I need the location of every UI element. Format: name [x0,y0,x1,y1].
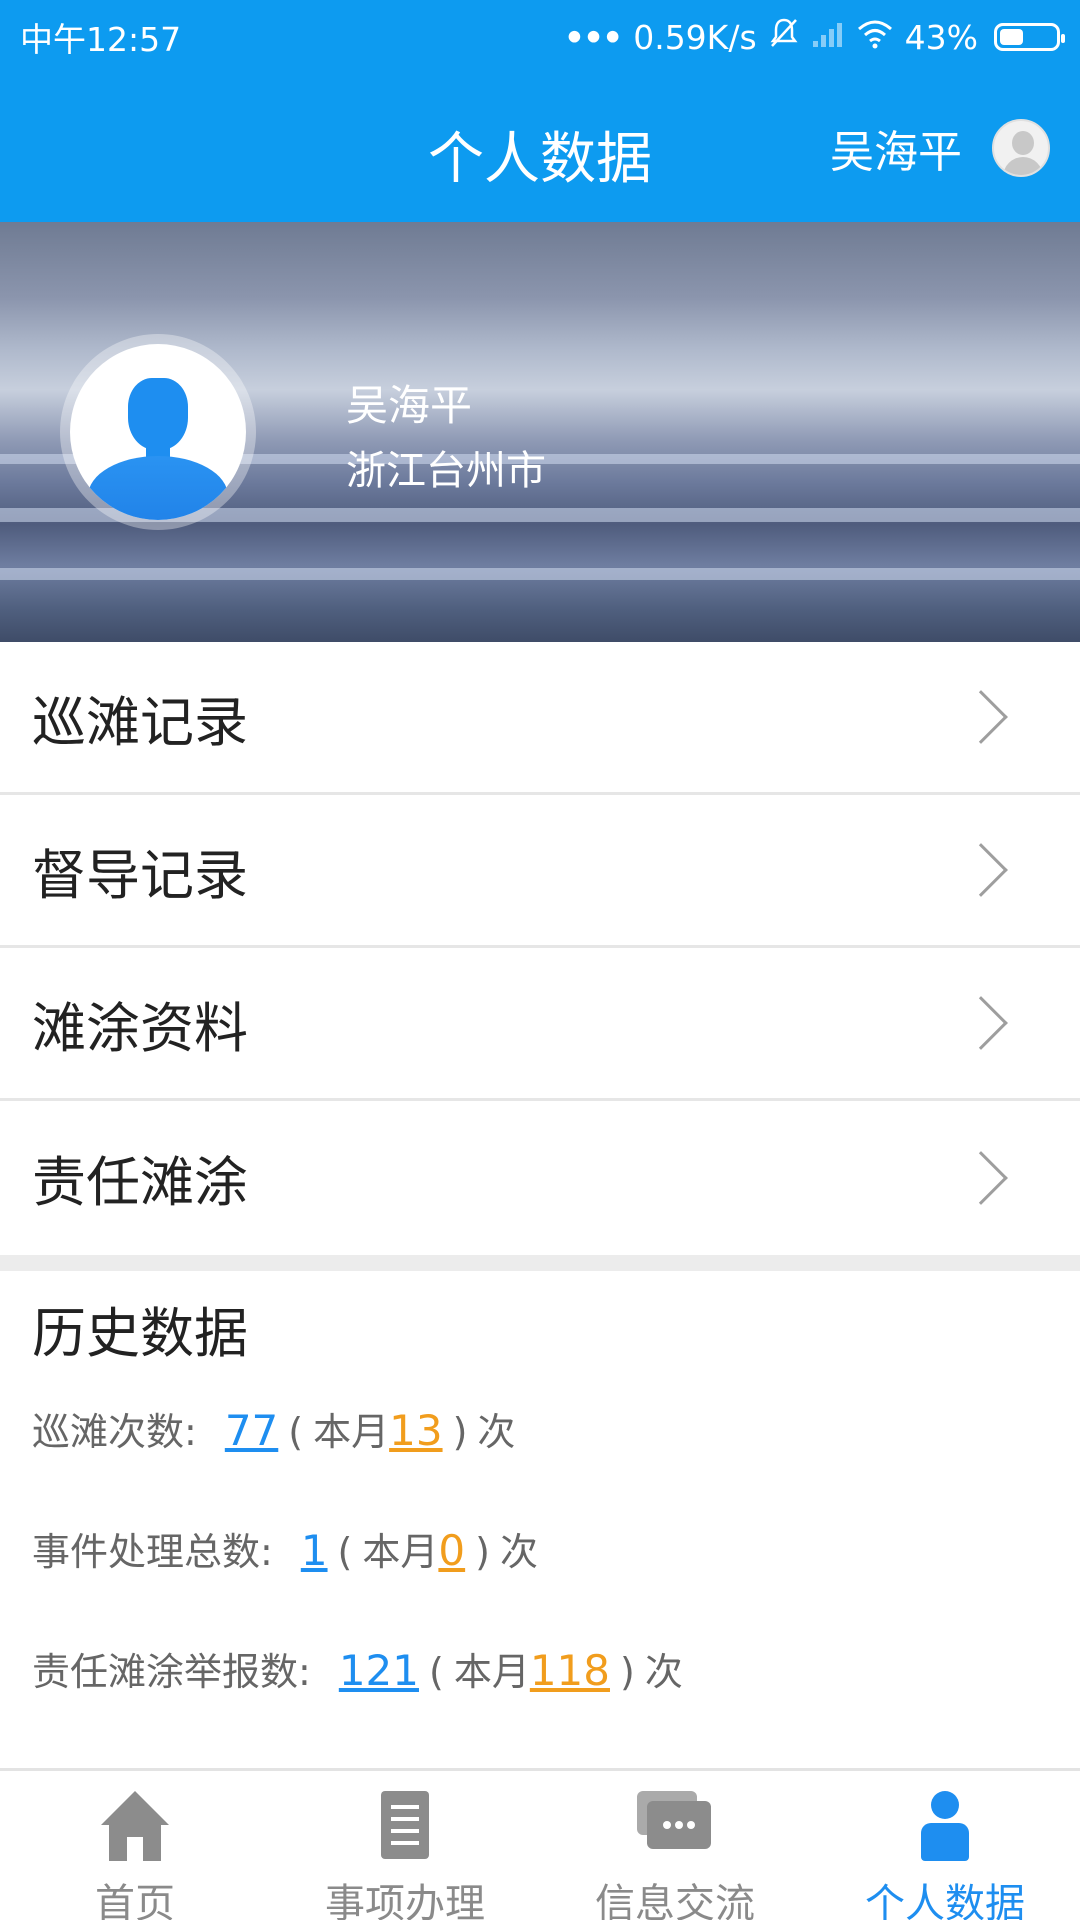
status-bar: 中午12:57 ••• 0.59K/s 43% [0,0,1080,74]
house-roof [101,1791,169,1825]
battery-icon [994,23,1065,51]
stat-suffix: 次 [499,1530,538,1574]
wifi-icon [857,18,893,57]
document-line [391,1829,419,1833]
stat-label: 责任滩涂举报数: [32,1650,311,1694]
user-menu[interactable]: 吴海平 [830,116,1050,180]
status-icons: ••• 0.59K/s 43% [563,17,1065,57]
stat-row-patrol-count: 巡滩次数: 77 ( 本月 13 ) 次 [32,1401,515,1456]
battery-percent: 43% [904,17,978,57]
stat-suffix: 次 [644,1650,683,1694]
paren-close: ) [620,1650,635,1694]
paren-open: ( [428,1650,444,1694]
stat-label: 巡滩次数: [32,1410,197,1454]
nav-item-tasks[interactable]: 事项办理 [270,1771,540,1920]
nav-item-home[interactable]: 首页 [0,1771,270,1920]
chevron-right-icon [954,1150,1008,1205]
menu-item-supervision-records[interactable]: 督导记录 [0,795,1080,948]
stat-month-prefix: 本月 [313,1410,390,1454]
history-title: 历史数据 [32,1302,248,1365]
chat-dot [675,1821,683,1829]
menu-item-label: 巡滩记录 [32,690,248,754]
chat-icon [637,1791,713,1861]
menu-item-patrol-records[interactable]: 巡滩记录 [0,642,1080,795]
menu-item-responsible-flats[interactable]: 责任滩涂 [0,1101,1080,1254]
profile-banner: 吴海平 浙江台州市 [0,222,1080,642]
house-door [127,1837,143,1861]
stat-suffix: 次 [477,1410,516,1454]
menu-list: 巡滩记录 督导记录 滩涂资料 责任滩涂 [0,642,1080,1254]
document-line [391,1805,419,1809]
menu-item-label: 滩涂资料 [32,996,248,1060]
stat-month-link[interactable]: 13 [389,1406,442,1455]
person-icon [907,1791,983,1861]
paren-open: ( [337,1530,353,1574]
chevron-right-icon [954,996,1008,1050]
avatar-body [88,456,228,520]
nav-item-messages[interactable]: 信息交流 [540,1771,810,1920]
person-icon [70,344,246,520]
nav-label: 事项办理 [325,1881,485,1920]
document-icon [367,1791,443,1861]
battery-fill [1000,29,1023,45]
stat-label: 事件处理总数: [32,1530,273,1574]
signal-icon [811,18,845,57]
stat-row-report-count: 责任滩涂举报数: 121 ( 本月 118 ) 次 [32,1641,683,1696]
paren-close: ) [452,1410,468,1454]
chevron-right-icon [954,690,1008,744]
mute-icon [769,17,799,57]
document-sheet [381,1791,429,1859]
status-time: 中午12:57 [20,20,182,59]
stat-month-prefix: 本月 [453,1650,530,1694]
menu-item-label: 责任滩涂 [32,1151,248,1214]
stat-total-link[interactable]: 121 [339,1646,419,1695]
bottom-nav: 首页 事项办理 信息交流 个人数据 [0,1768,1080,1920]
history-section: 历史数据 巡滩次数: 77 ( 本月 13 ) 次 事件处理总数: 1 ( 本月… [0,1271,1080,1768]
stat-total-link[interactable]: 1 [301,1526,328,1575]
nav-label: 信息交流 [595,1881,755,1920]
person-body [921,1823,969,1861]
more-dots-icon: ••• [563,17,623,57]
app-bar: 个人数据 吴海平 [0,74,1080,222]
home-icon [97,1791,173,1861]
document-line [391,1817,419,1821]
header-user-name[interactable]: 吴海平 [830,116,962,180]
paren-close: ) [475,1530,490,1574]
profile-city: 浙江台州市 [346,448,546,494]
stat-month-link[interactable]: 118 [530,1646,610,1695]
nav-label: 个人数据 [865,1881,1025,1920]
person-head [931,1791,959,1819]
avatar[interactable] [992,119,1050,177]
chat-dot [687,1821,695,1829]
avatar-head [1012,131,1034,155]
stat-month-link[interactable]: 0 [438,1526,465,1575]
profile-name: 吴海平 [346,381,473,430]
stat-row-event-count: 事件处理总数: 1 ( 本月 0 ) 次 [32,1521,538,1576]
nav-label: 首页 [95,1881,175,1920]
section-divider [0,1255,1080,1271]
nav-item-profile[interactable]: 个人数据 [810,1771,1080,1920]
network-speed: 0.59K/s [633,17,757,57]
app-screen: 中午12:57 ••• 0.59K/s 43% 个人数据 吴海平 吴海平 浙江台… [0,0,1080,1920]
paren-open: ( [288,1410,304,1454]
chevron-right-icon [954,843,1008,897]
menu-item-label: 督导记录 [32,843,248,907]
menu-item-tidal-flat-info[interactable]: 滩涂资料 [0,948,1080,1101]
profile-avatar[interactable] [60,334,256,530]
avatar-head [128,378,188,450]
banner-water-stripe [0,568,1080,580]
stat-month-prefix: 本月 [362,1530,439,1574]
document-line [391,1841,419,1845]
chat-dot [663,1821,671,1829]
avatar-body [1003,157,1043,175]
battery-tip [1061,34,1065,43]
stat-total-link[interactable]: 77 [225,1406,278,1455]
